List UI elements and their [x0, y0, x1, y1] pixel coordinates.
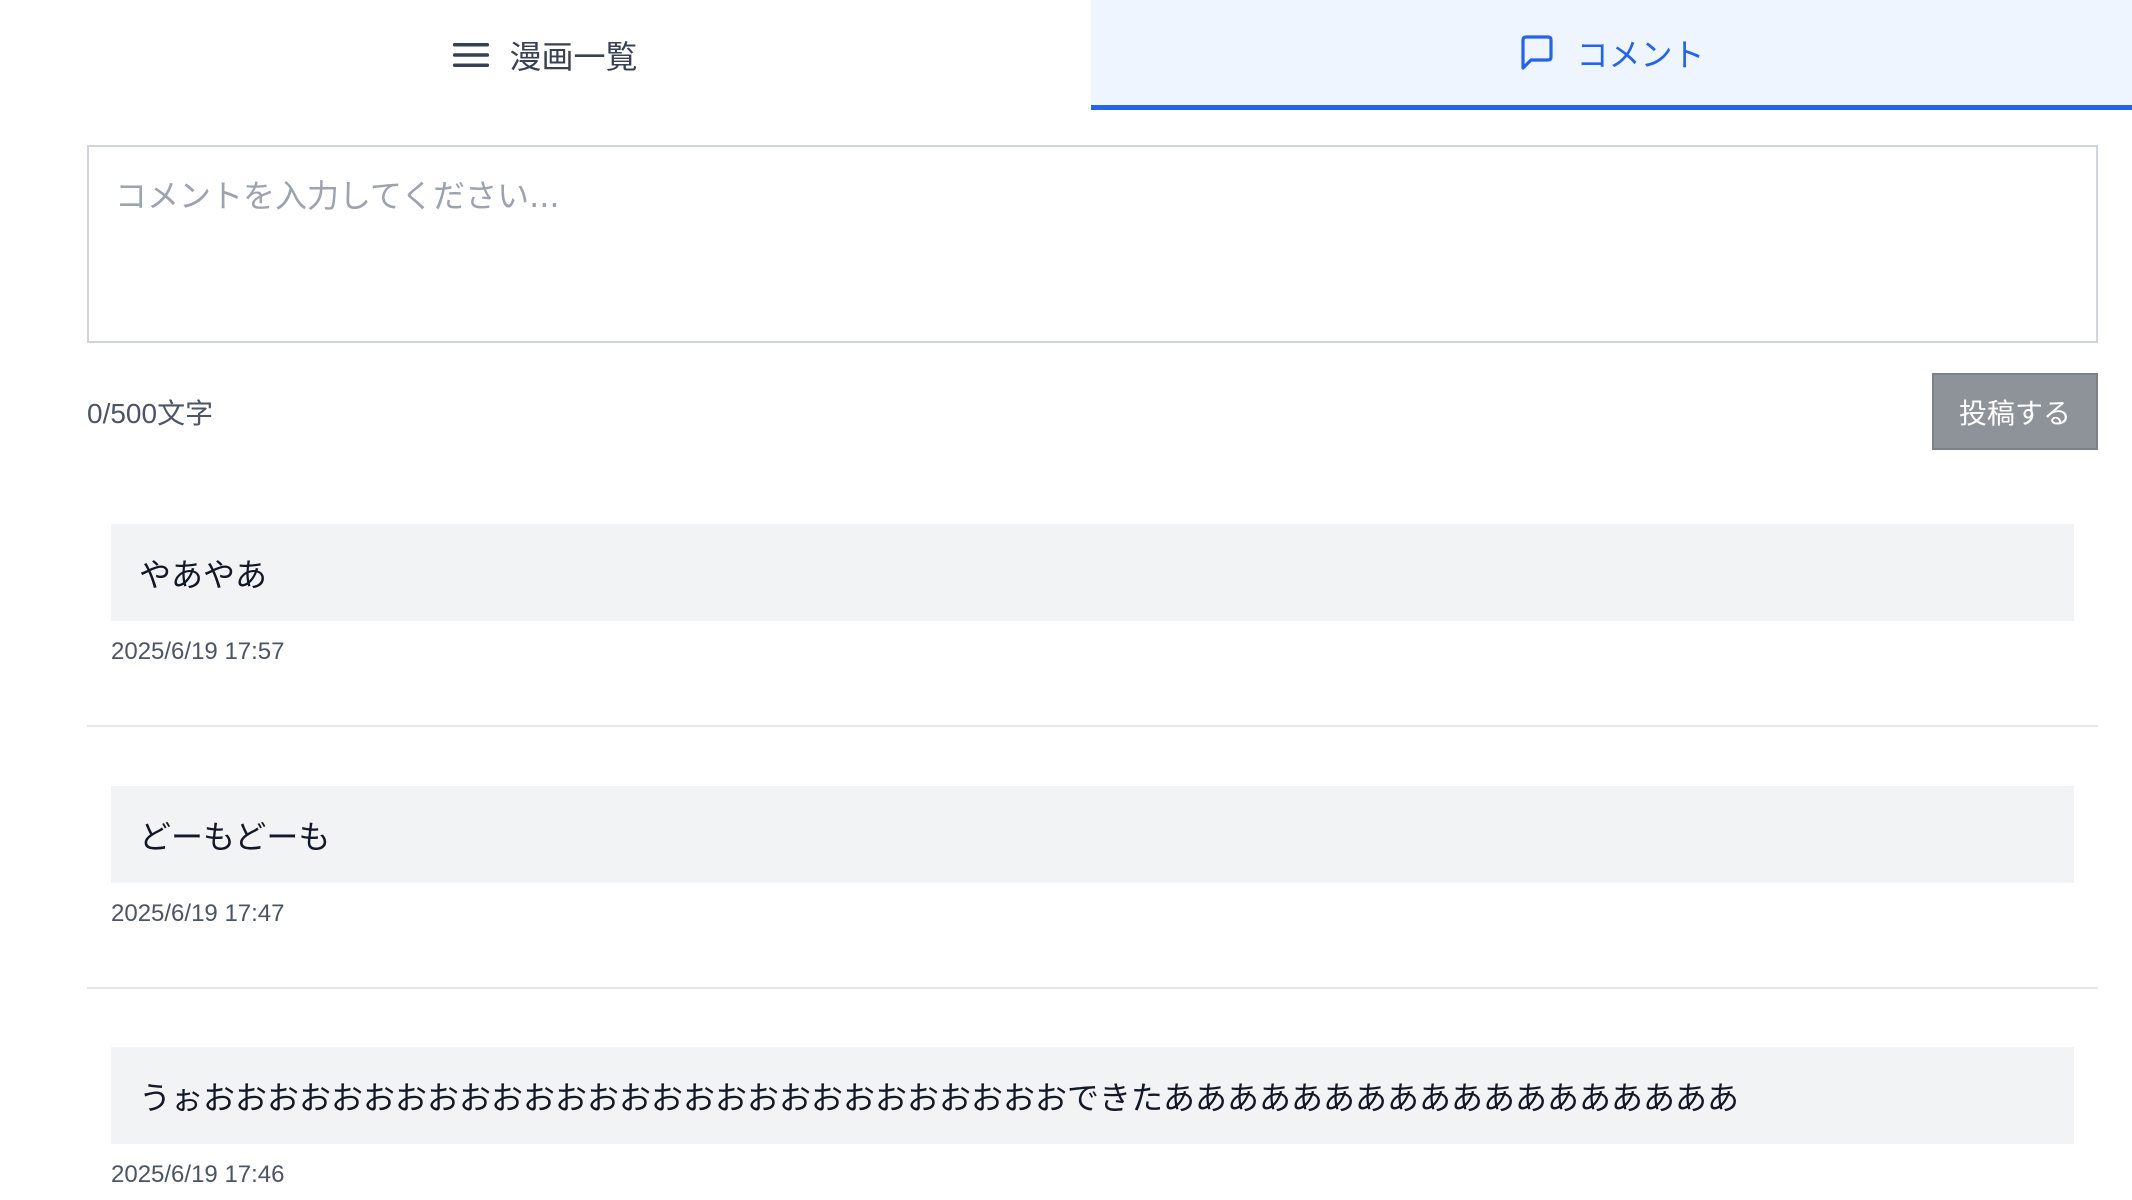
hamburger-menu-icon: [453, 40, 490, 70]
comment-date: 2025/6/19 17:57: [111, 638, 285, 665]
comment-item: うぉおおおおおおおおおおおおおおおおおおおおおおおおおおおできたああああああああ…: [87, 1047, 2098, 1197]
comment-item: やあやあ 2025/6/19 17:57: [87, 524, 2098, 684]
comment-date: 2025/6/19 17:47: [111, 900, 285, 927]
comment-divider: [87, 725, 2098, 727]
comment-text: やあやあ: [111, 524, 2074, 621]
tab-bar: 漫画一覧 コメント: [0, 0, 2132, 110]
tab-manga-list[interactable]: 漫画一覧: [0, 0, 1091, 110]
comment-text: どーもどーも: [111, 786, 2074, 883]
comment-divider: [87, 987, 2098, 989]
char-count: 0/500文字: [87, 398, 214, 429]
post-button[interactable]: 投稿する: [1932, 373, 2098, 450]
comment-text: うぉおおおおおおおおおおおおおおおおおおおおおおおおおおおできたああああああああ…: [111, 1047, 2074, 1144]
comment-date: 2025/6/19 17:46: [111, 1161, 285, 1188]
tab-comment[interactable]: コメント: [1091, 0, 2132, 110]
comment-input[interactable]: [87, 145, 2098, 343]
tab-comment-label: コメント: [1576, 35, 1705, 74]
comment-item: どーもどーも 2025/6/19 17:47: [87, 786, 2098, 946]
tab-manga-list-label: 漫画一覧: [509, 38, 638, 76]
chat-bubble-icon: [1518, 34, 1556, 72]
comment-page: 漫画一覧 コメント 0/500文字 投稿する やあやあ 2025/6/19 17…: [0, 0, 2132, 1200]
